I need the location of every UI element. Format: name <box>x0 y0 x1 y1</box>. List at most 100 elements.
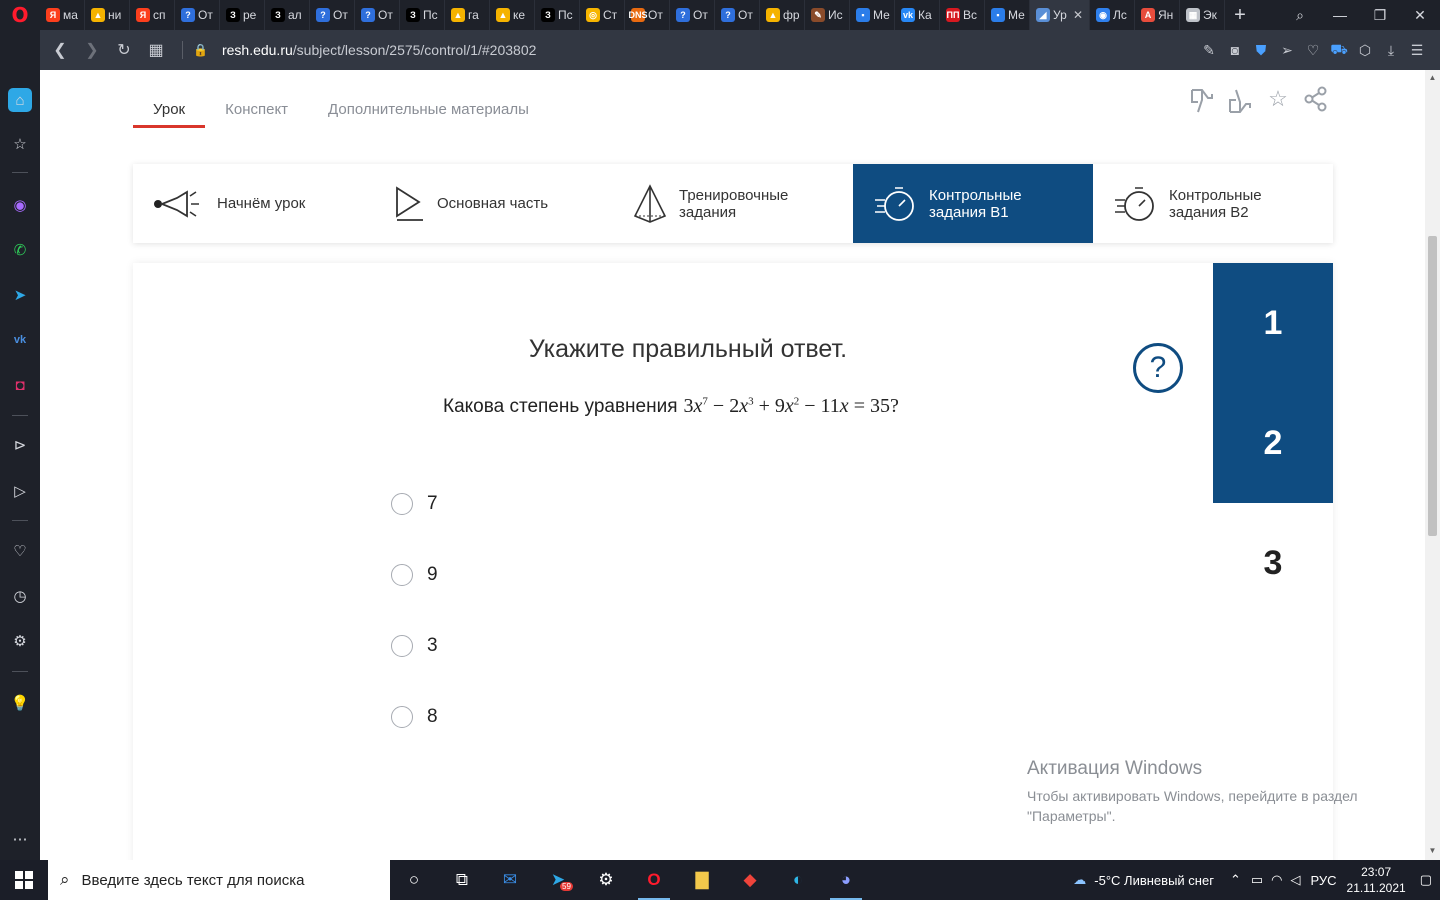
tray-chevron-icon[interactable]: ⌃ <box>1230 872 1241 888</box>
scroll-down-icon[interactable]: ▼ <box>1425 846 1440 855</box>
browser-tab[interactable]: ▲ га <box>445 0 490 30</box>
whatsapp-icon[interactable]: ✆ <box>8 238 32 262</box>
wifi-icon[interactable]: ◠ <box>1271 872 1282 888</box>
browser-tab[interactable]: ◎ Ст <box>580 0 625 30</box>
page-scrollbar[interactable]: ▲ ▼ <box>1425 70 1440 860</box>
browser-tab[interactable]: Зал <box>265 0 310 30</box>
vpn-shield-icon[interactable]: ⛊ <box>1248 42 1274 59</box>
new-tab-button[interactable]: + <box>1225 4 1255 27</box>
volume-icon[interactable]: ◁ <box>1290 872 1300 888</box>
heart-icon[interactable]: ♡ <box>1300 42 1326 59</box>
tab-extra-materials[interactable]: Дополнительные материалы <box>308 96 549 128</box>
language-indicator[interactable]: РУС <box>1310 873 1336 888</box>
browser-tab[interactable]: А Ян <box>1135 0 1180 30</box>
question-number-1[interactable]: 1 <box>1213 263 1333 383</box>
browser-tab[interactable]: ПП Вс <box>940 0 985 30</box>
dislike-icon[interactable] <box>1183 86 1221 122</box>
messenger-icon[interactable]: ◉ <box>8 193 32 217</box>
maximize-button[interactable]: ❐ <box>1360 7 1400 24</box>
help-icon[interactable]: ? <box>1133 343 1183 393</box>
bookmarks-heart-icon[interactable]: ♡ <box>8 539 32 563</box>
browser-tab[interactable]: З Пс <box>400 0 445 30</box>
cortana-icon[interactable]: ○ <box>390 860 438 900</box>
question-number-2[interactable]: 2 <box>1213 383 1333 503</box>
star-icon[interactable]: ☆ <box>8 132 32 156</box>
browser-tab[interactable]: ? От <box>175 0 220 30</box>
browser-tab[interactable]: З Пс <box>535 0 580 30</box>
download-icon[interactable]: ⤓ <box>1378 42 1404 59</box>
mail-icon[interactable]: ✉ <box>486 860 534 900</box>
browser-tab[interactable]: ▲ ни <box>85 0 130 30</box>
radio-button[interactable] <box>391 706 413 728</box>
radio-button[interactable] <box>391 564 413 586</box>
speed-dial-icon[interactable]: ▦ <box>140 40 172 60</box>
file-explorer-icon[interactable]: ▇ <box>678 860 726 900</box>
windows-start-icon[interactable] <box>0 860 48 900</box>
like-icon[interactable] <box>1221 86 1259 122</box>
tab-lesson[interactable]: Урок <box>133 96 206 128</box>
browser-tab[interactable]: ? От <box>310 0 355 30</box>
snapshot-icon[interactable]: ◙ <box>1222 42 1248 58</box>
browser-tab[interactable]: DNS От <box>625 0 670 30</box>
question-number-3[interactable]: 3 <box>1213 503 1333 623</box>
telegram-icon[interactable]: ➤ <box>8 283 32 307</box>
browser-tab[interactable]: ◉ Лс <box>1090 0 1135 30</box>
telegram-taskbar-icon[interactable]: ➤ 59 <box>534 860 582 900</box>
anydesk-icon[interactable]: ◆ <box>726 860 774 900</box>
taskbar-search-input[interactable]: ⌕ Введите здесь текст для поиска <box>48 860 390 900</box>
radio-button[interactable] <box>391 635 413 657</box>
settings-gear-icon[interactable]: ⚙ <box>8 629 32 653</box>
cube-icon[interactable]: ⬡ <box>1352 42 1378 59</box>
browser-tab[interactable]: ▲ ке <box>490 0 535 30</box>
cart-icon[interactable]: ⛟ <box>1326 41 1352 60</box>
answer-option[interactable]: 8 <box>391 706 438 728</box>
vk-icon[interactable]: vk <box>8 328 32 352</box>
clock[interactable]: 23:07 21.11.2021 <box>1347 864 1406 896</box>
tips-bulb-icon[interactable]: 💡 <box>8 691 32 715</box>
send-icon[interactable]: ➢ <box>1274 42 1300 59</box>
network-icon[interactable]: ▭ <box>1251 872 1263 888</box>
weather-text[interactable]: -5°C Ливневый снег <box>1094 873 1214 888</box>
browser-tab[interactable]: ▦ Эк <box>1180 0 1225 30</box>
browser-tab[interactable]: ▪ Ме <box>985 0 1030 30</box>
browser-tab[interactable]: ✎ Ис <box>805 0 850 30</box>
more-icon[interactable]: ⋯ <box>8 827 32 851</box>
flow-icon[interactable]: ▷ <box>8 479 32 503</box>
browser-tab[interactable]: ▪ Ме <box>850 0 895 30</box>
tab-summary[interactable]: Конспект <box>205 96 308 128</box>
answer-option[interactable]: 7 <box>391 493 438 515</box>
step-control-tasks-b2[interactable]: Контрольные задания В2 <box>1093 164 1333 243</box>
answer-option[interactable]: 3 <box>391 635 438 657</box>
home-icon[interactable]: ⌂ <box>8 88 32 112</box>
notifications-icon[interactable]: ▢ <box>1420 872 1432 888</box>
radio-button[interactable] <box>391 493 413 515</box>
task-view-icon[interactable]: ⧉ <box>438 860 486 900</box>
player-icon[interactable]: ⊳ <box>8 433 32 457</box>
edge-icon[interactable]: ◐ <box>774 860 822 900</box>
close-tab-icon[interactable]: ✕ <box>1073 8 1083 22</box>
answer-option[interactable]: 9 <box>391 564 438 586</box>
scroll-thumb[interactable] <box>1428 236 1437 536</box>
easy-setup-icon[interactable]: ☰ <box>1404 42 1430 59</box>
reload-button[interactable]: ↻ <box>108 40 140 60</box>
browser-tab[interactable]: Ясп <box>130 0 175 30</box>
browser-tab[interactable]: ? От <box>670 0 715 30</box>
browser-tab[interactable]: ? От <box>355 0 400 30</box>
browser-tab[interactable]: vk Ка <box>895 0 940 30</box>
share-icon[interactable] <box>1297 86 1335 122</box>
step-main-part[interactable]: Основная часть <box>373 164 613 243</box>
steam-icon[interactable]: ⚙ <box>582 860 630 900</box>
weather-icon[interactable]: ☁ <box>1073 872 1086 888</box>
browser-tab[interactable]: Яма <box>40 0 85 30</box>
discord-icon[interactable]: ◕ <box>822 860 870 900</box>
lock-icon[interactable]: 🔒 <box>193 43 208 57</box>
browser-tab[interactable]: ◢ Ур ✕ <box>1030 0 1090 30</box>
url-field[interactable]: resh.edu.ru/subject/lesson/2575/control/… <box>222 42 536 58</box>
step-start-lesson[interactable]: Начнём урок <box>133 164 373 243</box>
browser-tab[interactable]: ▲ фр <box>760 0 805 30</box>
scroll-up-icon[interactable]: ▲ <box>1425 73 1440 82</box>
step-training-tasks[interactable]: Тренировочные задания <box>613 164 853 243</box>
forward-button[interactable]: ❯ <box>76 40 108 60</box>
edit-icon[interactable]: ✎ <box>1196 42 1222 59</box>
favorite-star-icon[interactable]: ☆ <box>1259 86 1297 122</box>
